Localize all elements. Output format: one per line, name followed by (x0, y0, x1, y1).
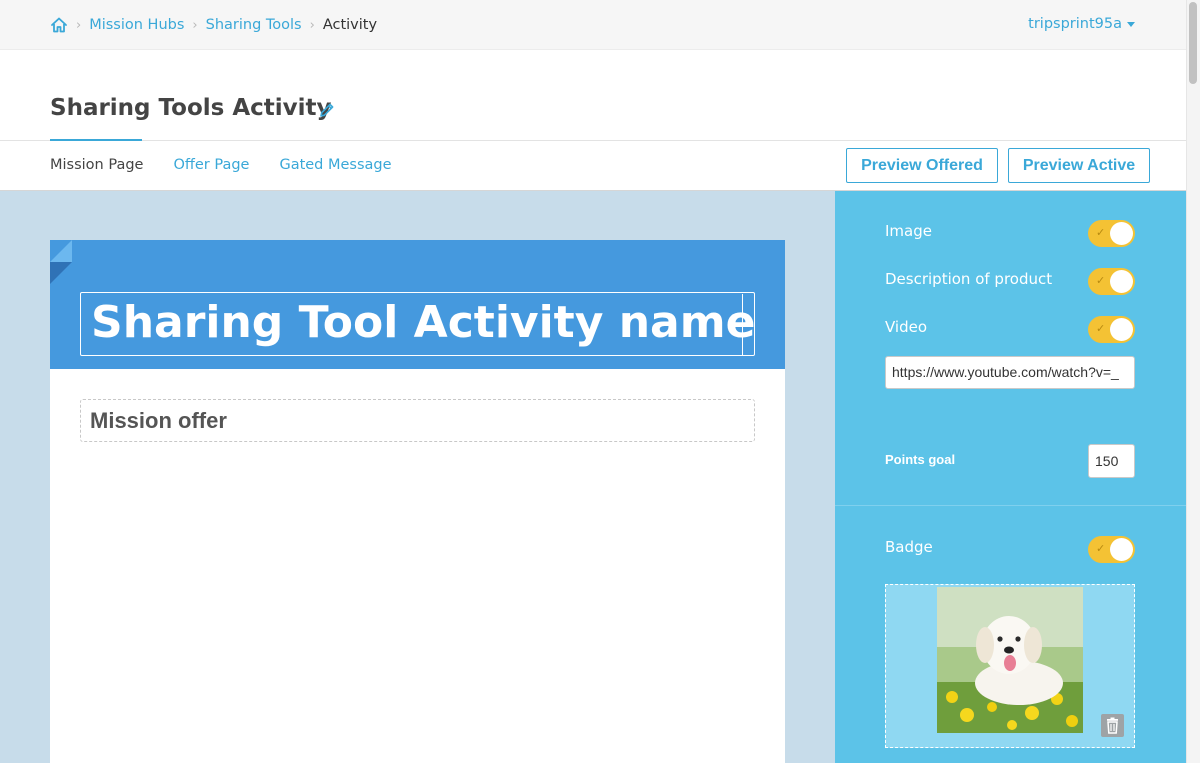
toggle-knob (1110, 538, 1133, 561)
chevron-right-icon: › (76, 17, 82, 33)
badge-label: Badge (885, 538, 933, 556)
check-icon: ✓ (1096, 227, 1106, 239)
badge-image (937, 587, 1083, 733)
chevron-right-icon: › (192, 17, 198, 33)
caret-down-icon (1127, 21, 1135, 27)
toggle-knob (1110, 222, 1133, 245)
home-icon[interactable] (50, 16, 68, 34)
user-menu[interactable]: tripsprint95a (1028, 16, 1135, 32)
check-icon: ✓ (1096, 543, 1106, 555)
breadcrumb: › Mission Hubs › Sharing Tools › Activit… (50, 16, 377, 34)
pencil-icon[interactable] (318, 101, 336, 119)
preview-active-button[interactable]: Preview Active (1008, 148, 1150, 183)
offer-input[interactable]: Mission offer (80, 399, 755, 442)
badge-toggle[interactable]: ✓ (1088, 536, 1135, 563)
image-toggle[interactable]: ✓ (1088, 220, 1135, 247)
page-title: Sharing Tools Activity (50, 95, 332, 121)
points-goal-input[interactable]: 150 (1088, 444, 1135, 478)
tab-offer-page[interactable]: Offer Page (173, 157, 249, 173)
offer-text: Mission offer (90, 408, 227, 433)
scrollbar-thumb[interactable] (1189, 2, 1197, 84)
trash-icon[interactable] (1101, 714, 1124, 737)
toggle-knob (1110, 270, 1133, 293)
text-cursor (742, 294, 743, 355)
headline-text: Sharing Tool Activity named (91, 297, 755, 348)
page-tabs: Mission Page Offer Page Gated Message (50, 157, 422, 173)
description-toggle[interactable]: ✓ (1088, 268, 1135, 295)
tab-gated-message[interactable]: Gated Message (279, 157, 391, 173)
breadcrumb-sharing-tools[interactable]: Sharing Tools (206, 17, 302, 33)
description-label: Description of product (885, 270, 1053, 288)
title-underline (50, 139, 142, 141)
check-icon: ✓ (1096, 323, 1106, 335)
tab-mission-page[interactable]: Mission Page (50, 157, 143, 173)
image-label: Image (885, 222, 932, 240)
corner-fold-decoration (50, 240, 72, 284)
page-scrollbar[interactable] (1186, 0, 1200, 763)
check-icon: ✓ (1096, 275, 1106, 287)
preview-offered-button[interactable]: Preview Offered (846, 148, 998, 183)
breadcrumb-mission-hubs[interactable]: Mission Hubs (89, 17, 184, 33)
chevron-right-icon: › (309, 17, 315, 33)
headline-input[interactable]: Sharing Tool Activity named (80, 292, 755, 356)
panel-divider (835, 505, 1186, 506)
video-toggle[interactable]: ✓ (1088, 316, 1135, 343)
video-label: Video (885, 318, 928, 336)
toggle-knob (1110, 318, 1133, 341)
points-goal-label: Points goal (885, 452, 956, 467)
video-url-input[interactable]: https://www.youtube.com/watch?v=_ (885, 356, 1135, 389)
user-name: tripsprint95a (1028, 16, 1122, 32)
title-divider (0, 140, 1186, 141)
top-bar: › Mission Hubs › Sharing Tools › Activit… (0, 0, 1186, 50)
breadcrumb-current: Activity (322, 17, 378, 33)
